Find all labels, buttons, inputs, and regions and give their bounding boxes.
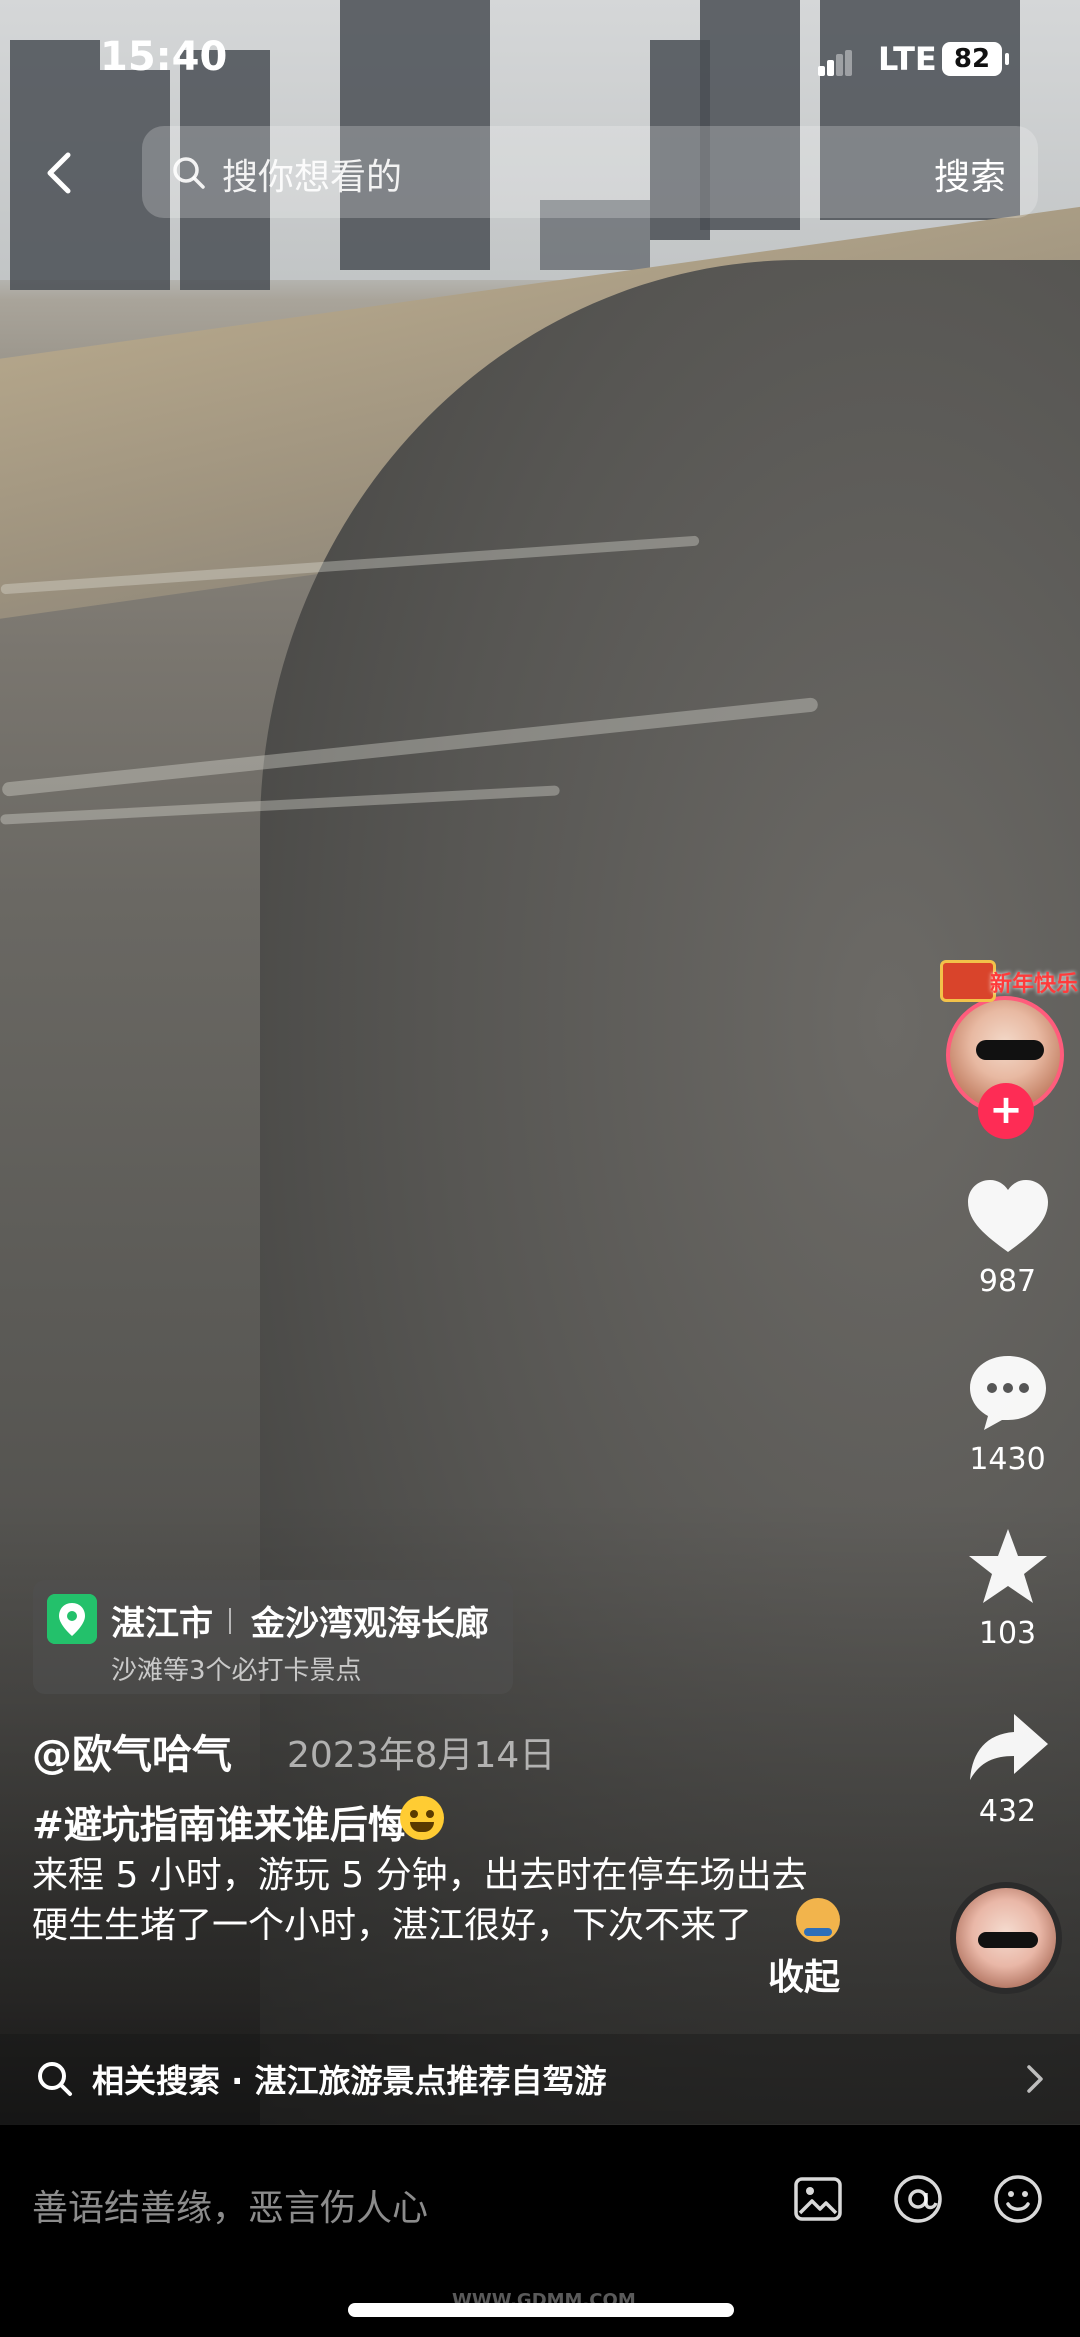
heart-icon (967, 1180, 1048, 1252)
caption-line-1: 来程 5 小时，游玩 5 分钟，出去时在停车场出去 (32, 1855, 808, 1896)
gift-icon (940, 960, 996, 1002)
status-time: 15:40 (100, 34, 228, 80)
search-button[interactable]: 搜索 (934, 148, 1006, 200)
comment-input[interactable]: 善语结善缘，恶言伤人心 (32, 2179, 428, 2231)
collapse-button[interactable]: 收起 (768, 1948, 840, 2000)
comment-count: 1430 (969, 1442, 1046, 1477)
share-count: 432 (978, 1794, 1037, 1829)
emoji-icon[interactable] (992, 2173, 1044, 2225)
avatar-badge-text: 新年快乐 (990, 972, 1079, 997)
favorite-count: 103 (978, 1616, 1037, 1651)
chevron-left-icon (47, 152, 71, 194)
comment-bar: 善语结善缘，恶言伤人心 WWW.GDMM.COM (0, 2125, 1080, 2337)
comment-icon (969, 1356, 1046, 1430)
hashtag-link[interactable]: #避坑指南谁来谁后悔 (32, 1794, 406, 1849)
network-type: LTE (878, 40, 937, 78)
laughing-emoji-icon (400, 1796, 444, 1840)
location-divider (229, 1608, 231, 1634)
star-icon (968, 1529, 1047, 1603)
location-pin-icon (47, 1594, 97, 1644)
home-indicator[interactable] (348, 2303, 734, 2317)
mention-icon[interactable] (892, 2173, 944, 2225)
location-card[interactable]: 湛江市 金沙湾观海长廊 沙滩等3个必打卡景点 (33, 1580, 513, 1694)
share-arrow-icon (969, 1714, 1048, 1780)
post-date: 2023年8月14日 (287, 1735, 556, 1776)
follow-button[interactable]: + (978, 1083, 1034, 1139)
location-place: 金沙湾观海长廊 (251, 1604, 489, 1644)
search-icon (38, 2062, 72, 2096)
search-icon (173, 157, 205, 189)
chevron-right-icon (1027, 2065, 1043, 2093)
music-disc[interactable] (950, 1882, 1062, 1994)
battery-icon: 82 (942, 42, 1009, 76)
caption-line-2: 硬生生堵了一个小时，湛江很好，下次不来了 (32, 1905, 753, 1946)
author-name[interactable]: @欧气哈气 (32, 1722, 232, 1780)
facepalm-emoji-icon (796, 1898, 840, 1942)
back-button[interactable] (40, 145, 80, 201)
favorite-button[interactable]: 103 (950, 1526, 1065, 1651)
like-button[interactable]: 987 (950, 1178, 1065, 1299)
related-search-label: 相关搜索 · 湛江旅游景点推荐自驾游 (92, 2062, 607, 2100)
search-input[interactable]: 搜你想看的 (222, 148, 402, 200)
share-button[interactable]: 432 (950, 1710, 1065, 1829)
search-bar[interactable]: 搜你想看的 搜索 (142, 126, 1038, 218)
image-icon[interactable] (792, 2173, 844, 2225)
status-bar: 15:40 LTE 82 (0, 0, 1080, 120)
like-count: 987 (978, 1264, 1037, 1299)
location-city: 湛江市 (111, 1604, 213, 1644)
comment-button[interactable]: 1430 (950, 1352, 1065, 1477)
location-subtitle: 沙滩等3个必打卡景点 (111, 1656, 362, 1686)
signal-icon (818, 50, 852, 76)
related-search-bar[interactable]: 相关搜索 · 湛江旅游景点推荐自驾游 (0, 2034, 1080, 2124)
avatar-badge: 新年快乐 (940, 958, 1078, 1002)
